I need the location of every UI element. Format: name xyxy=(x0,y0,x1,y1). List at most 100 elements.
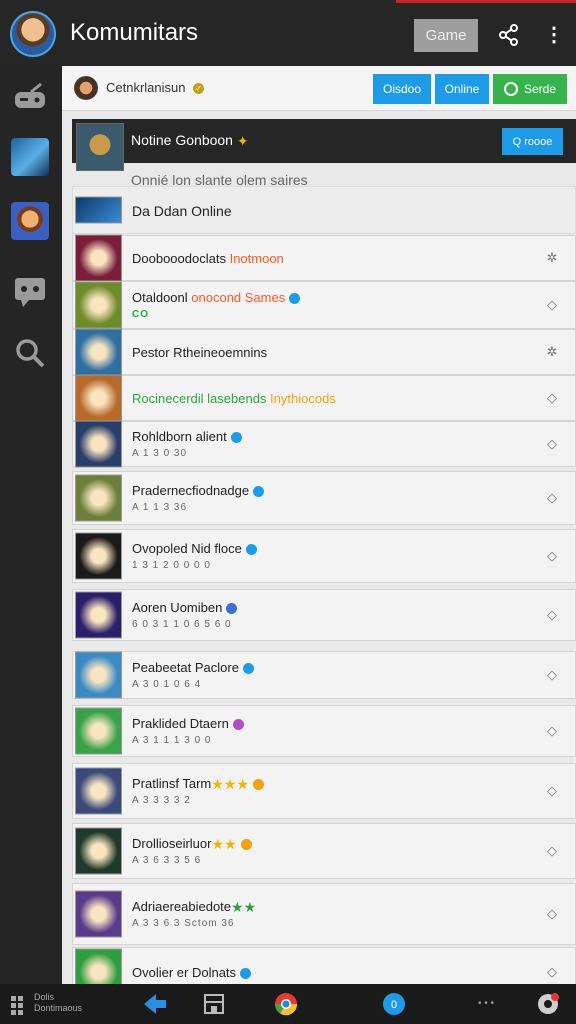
game-title-text: Praklided Dtaern xyxy=(132,716,229,731)
discover-button[interactable]: Oisdoo xyxy=(373,74,431,104)
more-vertical-icon[interactable]: ⋮ xyxy=(544,22,564,48)
list-item[interactable]: Adriaereabiedote★★ A 3 3 6 3 Sctom 36 ◇ xyxy=(72,883,576,945)
diamond-icon[interactable]: ◇ xyxy=(545,608,559,622)
list-item[interactable]: Praklided Dtaern A 3 1 1 1 3 0 0 ◇ xyxy=(72,705,576,757)
bottom-label-line2: Dontimaous xyxy=(34,1003,83,1013)
game-thumbnail xyxy=(75,651,122,699)
back-arrow-icon[interactable] xyxy=(142,992,168,1016)
game-title: Rohldborn alient xyxy=(132,429,242,444)
featured-title-text: Notine Gonboon xyxy=(131,132,233,148)
game-thumbnail xyxy=(75,767,122,815)
featured-banner[interactable]: Notine Gonboon ✦ Q roooe xyxy=(72,119,576,171)
serde-button-label: Serde xyxy=(523,81,557,96)
community-name-text: Cetnkrlanisun xyxy=(106,80,186,95)
dots-icon[interactable]: • • • xyxy=(474,992,498,1016)
game-thumbnail xyxy=(75,827,122,875)
game-title: Ovopoled Nid floce xyxy=(132,541,257,556)
game-title-text: Otaldoonl xyxy=(132,290,188,305)
diamond-icon[interactable]: ◇ xyxy=(545,549,559,563)
diamond-icon[interactable]: ◇ xyxy=(545,491,559,505)
game-button[interactable]: Game xyxy=(414,19,478,52)
sidebar-game-art[interactable] xyxy=(11,138,49,176)
search-icon[interactable] xyxy=(11,334,49,372)
gamepad-icon[interactable] xyxy=(11,78,49,116)
game-title-text: Rohldborn alient xyxy=(132,429,227,444)
diamond-icon[interactable]: ◇ xyxy=(545,784,559,798)
diamond-icon[interactable]: ◇ xyxy=(545,907,559,921)
community-header: Cetnkrlanisun ✓ Oisdoo Online Serde xyxy=(62,66,576,111)
serde-button[interactable]: Serde xyxy=(493,74,567,104)
diamond-icon[interactable]: ◇ xyxy=(545,965,559,979)
list-item[interactable]: Aoren Uomiben 6 0 3 1 1 0 6 5 6 0 ◇ xyxy=(72,589,576,641)
grid-icon[interactable] xyxy=(10,992,30,1016)
community-name: Cetnkrlanisun ✓ xyxy=(106,80,205,95)
chat-icon[interactable] xyxy=(11,272,49,310)
status-line xyxy=(396,0,576,3)
game-thumbnail xyxy=(75,374,122,422)
game-title-text: Pestor Rtheineoemnins xyxy=(132,345,268,360)
status-badge-icon xyxy=(240,968,252,980)
asterisk-icon[interactable]: ✲ xyxy=(545,345,559,359)
featured-search-button[interactable]: Q roooe xyxy=(502,128,563,155)
game-title: Peabeetat Paclore xyxy=(132,660,254,675)
star-icon: ★ xyxy=(211,776,224,793)
game-subtitle: A 3 3 3 3 2 xyxy=(132,795,191,806)
game-title: Rocinecerdil lasebends Inythiocods xyxy=(132,391,336,406)
diamond-icon[interactable]: ◇ xyxy=(545,668,559,682)
list-item[interactable]: Doobooodoclats Inotmoon ✲ xyxy=(72,234,576,282)
chrome-icon[interactable] xyxy=(274,992,298,1016)
game-subtitle: 1 3 1 2 0 0 0 0 xyxy=(132,560,211,571)
sparkle-icon: ✦ xyxy=(236,132,249,149)
chat-bubble-icon[interactable]: 0 xyxy=(382,992,406,1016)
app-title: Komumitars xyxy=(70,19,199,46)
list-item[interactable]: Pestor Rtheineoemnins ✲ xyxy=(72,328,576,376)
status-badge-icon xyxy=(245,544,257,556)
community-avatar[interactable] xyxy=(74,76,98,100)
game-title: Aoren Uomiben xyxy=(132,600,238,615)
game-subtitle: A 3 6 3 3 5 6 xyxy=(132,855,202,866)
game-title-text: Pratlinsf Tarm xyxy=(132,776,212,791)
list-item[interactable]: Pratlinsf Tarm★★★ A 3 3 3 3 2 ◇ xyxy=(72,763,576,819)
list-item[interactable]: Ovolier er Dolnats ◇ xyxy=(72,947,576,984)
diamond-icon[interactable]: ◇ xyxy=(545,298,559,312)
list-item[interactable]: Rohldborn alient A 1 3 0 30 ◇ xyxy=(72,420,576,468)
diamond-icon[interactable]: ◇ xyxy=(545,391,559,405)
game-thumbnail xyxy=(75,234,122,282)
bottom-bar: Dolis Dontimaous 0 • • • xyxy=(0,984,576,1024)
game-subtitle: A 3 3 6 3 Sctom 36 xyxy=(132,918,235,929)
game-title: Pratlinsf Tarm★★★ xyxy=(132,776,264,793)
avatar[interactable] xyxy=(10,11,56,57)
list-item[interactable]: Otaldoonl onocond Sames CO ◇ xyxy=(72,281,576,329)
list-item[interactable]: Pradernecfiodnadge A 1 1 3 36 ◇ xyxy=(72,471,576,525)
game-thumbnail xyxy=(75,420,122,468)
list-item[interactable]: Ovopoled Nid floce 1 3 1 2 0 0 0 0 ◇ xyxy=(72,529,576,583)
sidebar-character-art[interactable] xyxy=(11,202,49,240)
diamond-icon[interactable]: ◇ xyxy=(545,844,559,858)
game-title-text: Ovopoled Nid floce xyxy=(132,541,242,556)
game-thumbnail xyxy=(75,328,122,376)
diamond-icon[interactable]: ◇ xyxy=(545,437,559,451)
online-button[interactable]: Online xyxy=(435,74,489,104)
star-icon: ★ xyxy=(236,776,249,793)
top-bar: Komumitars Game ⋮ xyxy=(0,0,576,66)
coin-icon xyxy=(252,779,264,791)
list-item[interactable]: Peabeetat Paclore A 3 0 1 0 6 4 ◇ xyxy=(72,651,576,699)
game-title-text: Drollioseirluor xyxy=(132,836,212,851)
list-item[interactable]: Drollioseirluor★★ A 3 6 3 3 5 6 ◇ xyxy=(72,823,576,879)
store-icon[interactable] xyxy=(202,992,226,1016)
game-title-highlight: lasebends xyxy=(203,391,267,406)
list-item[interactable]: Rocinecerdil lasebends Inythiocods ◇ xyxy=(72,374,576,422)
game-title-highlight: Inythiocods xyxy=(266,391,336,406)
game-subtitle: A 3 0 1 0 6 4 xyxy=(132,679,202,690)
diamond-icon[interactable]: ◇ xyxy=(545,724,559,738)
section-title: Da Ddan Online xyxy=(132,203,232,219)
main-content: Cetnkrlanisun ✓ Oisdoo Online Serde Noti… xyxy=(62,66,576,984)
game-title-text: Doobooodoclats xyxy=(132,251,226,266)
share-icon[interactable] xyxy=(498,24,520,46)
game-title: Ovolier er Dolnats xyxy=(132,965,252,980)
section-thumbnail xyxy=(75,196,122,224)
status-badge-icon xyxy=(226,603,238,615)
asterisk-icon[interactable]: ✲ xyxy=(545,251,559,265)
game-thumbnail xyxy=(75,707,122,755)
settings-icon[interactable] xyxy=(536,992,560,1016)
